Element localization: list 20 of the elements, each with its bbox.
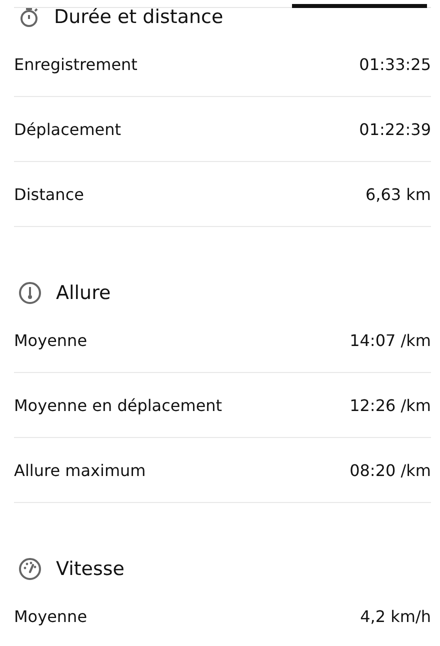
stat-label: Déplacement (14, 120, 122, 138)
section-title: Vitesse (56, 558, 124, 580)
stat-label: Enregistrement (14, 54, 138, 74)
stat-value: 4,2 km/h (360, 606, 431, 626)
stat-value: 01:33:25 (359, 54, 431, 74)
stat-label: Moyenne (14, 606, 88, 626)
stopwatch-icon (18, 6, 40, 28)
stat-label: Moyenne (14, 330, 88, 350)
stat-label: Distance (14, 184, 84, 204)
stat-value: 6,63 km (365, 184, 431, 204)
stat-value: 08:20 /km (350, 460, 431, 480)
section-title: Allure (56, 282, 111, 304)
section-title: Durée et distance (54, 6, 224, 28)
gauge-icon (18, 557, 42, 581)
stat-value: 14:07 /km (350, 330, 431, 350)
stat-value: 01:22:39 (359, 120, 431, 138)
stat-label: Moyenne en déplacement (14, 396, 222, 414)
stat-value: 12:26 /km (350, 396, 431, 414)
stat-label: Allure maximum (14, 460, 146, 480)
thermometer-icon (18, 281, 42, 305)
